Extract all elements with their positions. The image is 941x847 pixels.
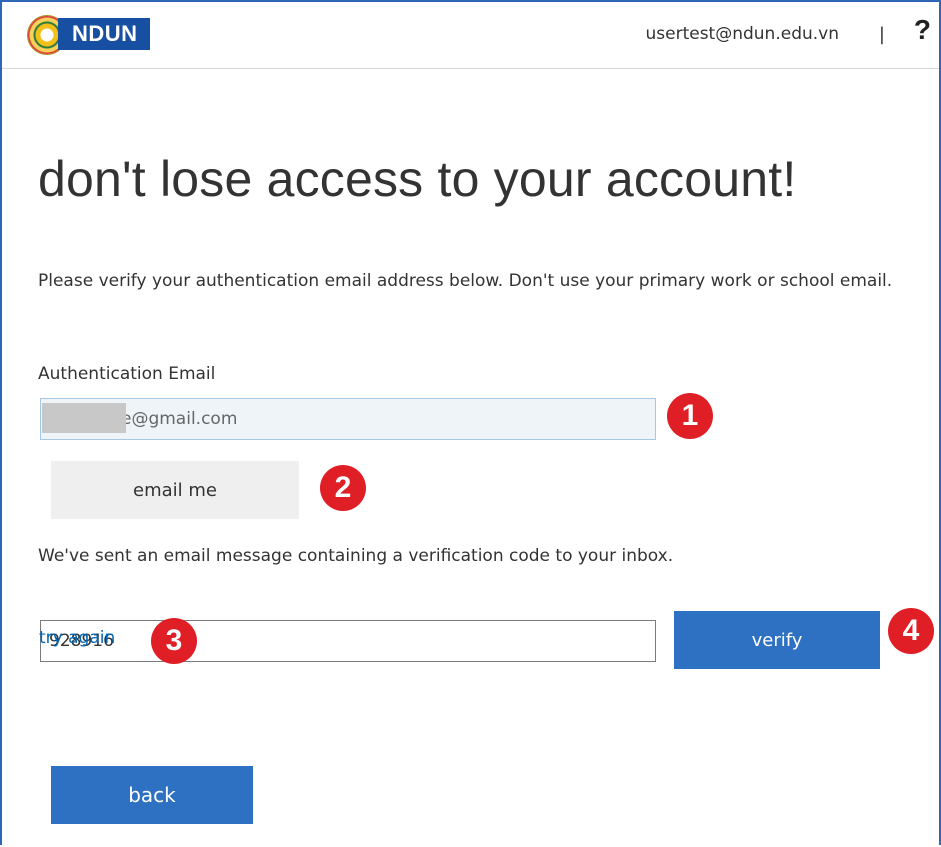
callout-badge-4: 4 <box>888 608 934 654</box>
redaction-block <box>42 403 126 433</box>
callout-badge-2: 2 <box>320 465 366 511</box>
verification-code-input[interactable] <box>40 620 656 662</box>
callout-badge-3: 3 <box>151 618 197 664</box>
try-again-link[interactable]: try again <box>39 628 115 648</box>
verification-sent-message: We've sent an email message containing a… <box>38 546 674 566</box>
authentication-email-label: Authentication Email <box>38 364 216 384</box>
header-divider: | <box>878 24 885 45</box>
header-bar: NDUN usertest@ndun.edu.vn | ? <box>2 2 939 69</box>
instructions-text: Please verify your authentication email … <box>38 271 893 291</box>
email-me-button[interactable]: email me <box>51 461 299 519</box>
back-button[interactable]: back <box>51 766 253 824</box>
signed-in-user-email[interactable]: usertest@ndun.edu.vn <box>645 24 839 44</box>
page-title: don't lose access to your account! <box>38 151 797 207</box>
authentication-email-input[interactable] <box>40 398 656 440</box>
callout-badge-1: 1 <box>667 393 713 439</box>
brand-name: NDUN <box>58 18 150 50</box>
help-icon[interactable]: ? <box>914 14 931 46</box>
verify-button[interactable]: verify <box>674 611 880 669</box>
